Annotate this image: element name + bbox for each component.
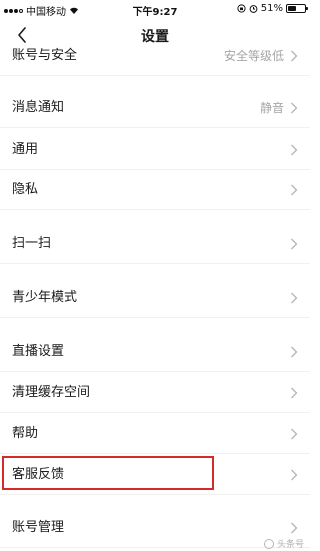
chevron-right-icon bbox=[291, 387, 298, 399]
settings-item-label: 青少年模式 bbox=[12, 290, 78, 305]
settings-item-notifications[interactable]: 消息通知 静音 bbox=[0, 88, 310, 128]
settings-item-account-security[interactable]: 账号与安全 安全等级低 bbox=[0, 36, 310, 76]
chevron-right-icon bbox=[291, 292, 298, 304]
status-bar: 中国移动 下午9:27 51% bbox=[0, 0, 310, 18]
chevron-right-icon bbox=[291, 522, 298, 534]
watermark: 头条号 bbox=[263, 537, 304, 550]
settings-item-label: 隐私 bbox=[12, 182, 39, 197]
settings-item-label: 清理缓存空间 bbox=[12, 385, 91, 400]
settings-item-label: 账号与安全 bbox=[12, 48, 78, 63]
settings-item-label: 消息通知 bbox=[12, 100, 65, 115]
settings-item-help[interactable]: 帮助 bbox=[0, 414, 310, 454]
status-bar-right: 51% bbox=[237, 3, 308, 14]
settings-item-clear-cache[interactable]: 清理缓存空间 bbox=[0, 373, 310, 413]
chevron-right-icon bbox=[291, 428, 298, 440]
settings-item-live-settings[interactable]: 直播设置 bbox=[0, 332, 310, 372]
chevron-right-icon bbox=[291, 50, 298, 62]
settings-item-general[interactable]: 通用 bbox=[0, 130, 310, 170]
battery-percent: 51% bbox=[260, 3, 283, 14]
battery-fill bbox=[288, 6, 296, 11]
settings-item-teen-mode[interactable]: 青少年模式 bbox=[0, 278, 310, 318]
chevron-right-icon bbox=[291, 346, 298, 358]
highlight-annotation-box bbox=[2, 456, 214, 490]
settings-item-scan[interactable]: 扫一扫 bbox=[0, 224, 310, 264]
watermark-text: 头条号 bbox=[276, 540, 304, 550]
settings-item-label: 帮助 bbox=[12, 426, 39, 441]
battery-icon bbox=[286, 4, 308, 13]
settings-item-value: 安全等级低 bbox=[223, 49, 284, 63]
settings-item-privacy[interactable]: 隐私 bbox=[0, 170, 310, 210]
watermark-logo-icon bbox=[263, 538, 274, 549]
settings-item-label: 账号管理 bbox=[12, 520, 65, 535]
chevron-right-icon bbox=[291, 184, 298, 196]
chevron-right-icon bbox=[291, 144, 298, 156]
alarm-icon bbox=[249, 5, 258, 13]
chevron-right-icon bbox=[291, 102, 298, 114]
settings-item-value: 静音 bbox=[259, 101, 284, 115]
settings-item-label: 直播设置 bbox=[12, 344, 65, 359]
chevron-right-icon bbox=[291, 238, 298, 250]
settings-item-label: 扫一扫 bbox=[12, 236, 52, 251]
chevron-right-icon bbox=[291, 469, 298, 481]
orientation-lock-icon bbox=[237, 4, 246, 13]
settings-item-label: 通用 bbox=[12, 142, 39, 157]
